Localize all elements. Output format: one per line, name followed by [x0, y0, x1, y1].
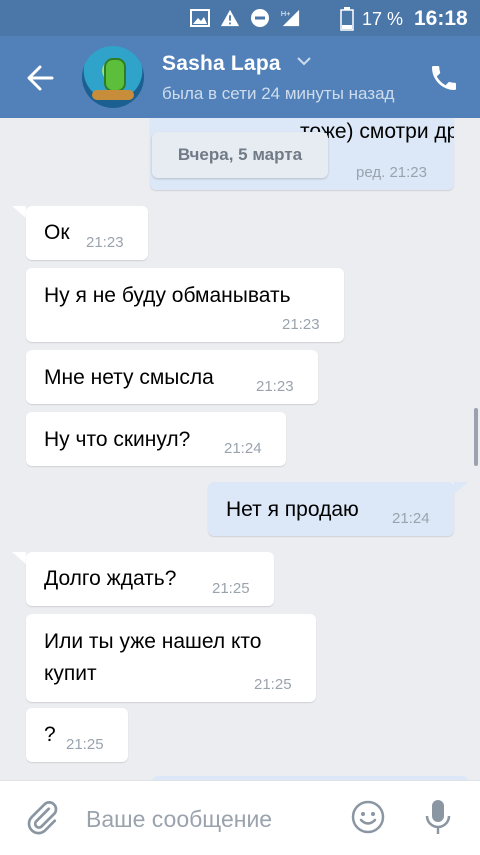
- contact-name[interactable]: Sasha Lapa: [162, 52, 281, 76]
- emoji-button[interactable]: [350, 799, 386, 835]
- attach-button[interactable]: [24, 799, 60, 835]
- message-text: Ну что скинул?: [44, 428, 191, 451]
- message-text: Нет я продаю: [226, 498, 359, 521]
- date-divider: Вчера, 5 марта: [152, 132, 328, 178]
- message-text: Или ты уже нашел кто: [44, 630, 262, 653]
- gallery-notification-icon: [190, 8, 210, 28]
- svg-text:H+: H+: [281, 9, 291, 18]
- arrow-left-icon: [27, 65, 54, 91]
- message-text: Мне нету смысла: [44, 366, 214, 389]
- message-time: 21:23: [86, 234, 124, 251]
- message-time: 21:24: [392, 510, 430, 527]
- message-time: 21:23: [282, 316, 320, 333]
- message-time: 21:25: [212, 580, 250, 597]
- message-bubble-incoming[interactable]: ? 21:25: [26, 708, 128, 762]
- do-not-disturb-icon: [250, 8, 270, 28]
- message-bubble-incoming[interactable]: Или ты уже нашел кто купит 21:25: [26, 614, 316, 702]
- message-time: 21:25: [66, 736, 104, 753]
- scrollbar[interactable]: [474, 408, 478, 466]
- voice-message-button[interactable]: [420, 797, 456, 837]
- message-text: купит: [44, 662, 97, 685]
- message-input[interactable]: [86, 801, 326, 837]
- paperclip-icon: [27, 801, 58, 835]
- message-text: Ок: [44, 221, 70, 244]
- status-clock: 16:18: [414, 7, 468, 30]
- smiley-icon: [351, 800, 385, 834]
- message-bubble-incoming[interactable]: Долго ждать? 21:25: [26, 552, 274, 606]
- message-text: ?: [44, 723, 56, 746]
- message-time: 21:25: [254, 676, 292, 693]
- status-icons: H+: [190, 8, 300, 28]
- call-button[interactable]: [428, 62, 462, 96]
- message-time: ред. 21:23: [356, 164, 427, 181]
- chat-header: Sasha Lapa была в сети 24 минуты назад: [0, 36, 480, 118]
- message-time: 21:24: [224, 440, 262, 457]
- microphone-icon: [425, 800, 451, 834]
- contact-last-seen: была в сети 24 минуты назад: [162, 84, 395, 103]
- message-bubble-incoming[interactable]: Ну что скинул? 21:24: [26, 412, 286, 466]
- status-bar: H+ 17 % 16:18: [0, 0, 480, 36]
- message-time: 21:23: [256, 378, 294, 395]
- chevron-down-icon[interactable]: [296, 54, 312, 68]
- message-bubble-incoming[interactable]: Ну я не буду обманывать 21:23: [26, 268, 344, 342]
- message-text: Ну я не буду обманывать: [44, 284, 291, 307]
- message-bubble-incoming[interactable]: Мне нету смысла 21:23: [26, 350, 318, 404]
- battery-icon: [340, 7, 354, 31]
- avatar[interactable]: [82, 46, 144, 108]
- signal-icon: H+: [280, 8, 300, 28]
- back-button[interactable]: [22, 60, 62, 96]
- message-text: Долго ждать?: [44, 567, 177, 590]
- battery-percent: 17 %: [362, 9, 404, 29]
- message-bubble-outgoing[interactable]: Нет я продаю 21:24: [208, 482, 454, 536]
- message-composer: [0, 780, 480, 855]
- message-bubble-incoming[interactable]: Ок 21:23: [26, 206, 148, 260]
- phone-icon: [432, 66, 456, 90]
- warning-icon: [220, 8, 240, 28]
